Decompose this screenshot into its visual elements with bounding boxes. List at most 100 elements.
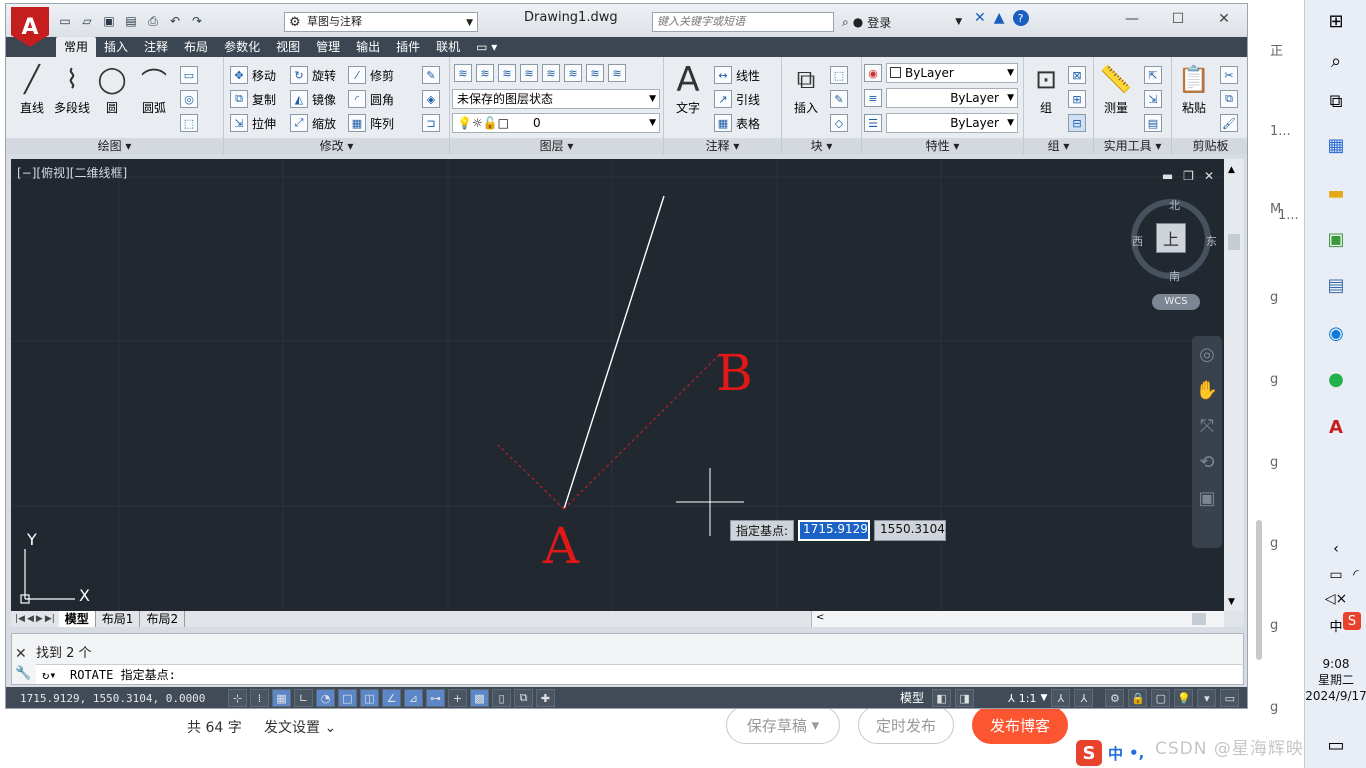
exchange-icon[interactable]: ✕ — [974, 10, 986, 26]
otrack-icon[interactable]: ∠ — [382, 689, 401, 707]
group-panel-title[interactable]: 组 ▾ — [1024, 138, 1093, 154]
notification-icon[interactable]: ▭ — [1323, 732, 1349, 758]
open-folder-icon[interactable]: ▱ — [78, 13, 96, 29]
lineweight-button[interactable]: ☰ — [864, 113, 882, 133]
post-settings-link[interactable]: 发文设置 ⌄ — [264, 717, 336, 737]
tab-annotate[interactable]: 注释 — [136, 37, 176, 57]
region-button[interactable]: ⬚ — [180, 113, 198, 133]
create-block-button[interactable]: ⬚ — [830, 65, 848, 85]
clipboard-panel-title[interactable]: 剪贴板 — [1172, 138, 1247, 154]
text-button[interactable]: A 文字 — [666, 60, 710, 116]
command-input[interactable]: ↻▾ ROTATE 指定基点: — [36, 664, 1242, 684]
wrench-icon[interactable]: 🔧 — [15, 666, 31, 681]
draw-panel-title[interactable]: 绘图 ▾ — [6, 138, 223, 154]
dynamic-input-x[interactable]: 1715.9129 — [798, 520, 871, 541]
layer-match-icon[interactable]: ≋ — [520, 64, 538, 82]
scroll-up-icon[interactable]: ▲ — [1228, 165, 1235, 175]
calculator-app-icon[interactable]: ▦ — [1323, 132, 1349, 158]
layers-panel-title[interactable]: 图层 ▾ — [450, 138, 663, 154]
block-panel-title[interactable]: 块 ▾ — [782, 138, 861, 154]
wcs-menu[interactable]: WCS — [1152, 294, 1200, 310]
annotation-monitor-icon[interactable]: ✚ — [536, 689, 555, 707]
undo-icon[interactable]: ↶ — [166, 13, 184, 29]
rotate-button[interactable]: ↻ 旋转 — [290, 65, 336, 85]
horizontal-scroll-thumb[interactable] — [1192, 613, 1206, 625]
fillet-button[interactable]: ◜ 圆角 — [348, 89, 394, 109]
chevron-left-icon[interactable]: ‹ — [1323, 536, 1349, 562]
drawing-canvas[interactable]: A B Y X — [11, 159, 1224, 611]
offset-button[interactable]: ⊐ — [422, 113, 440, 133]
background-scrollbar[interactable] — [1256, 520, 1262, 660]
circle-button[interactable]: ◯ 圆 — [90, 63, 134, 116]
publish-blog-button[interactable]: 发布博客 — [972, 706, 1068, 744]
utilities-panel-title[interactable]: 实用工具 ▾ — [1094, 138, 1171, 154]
close-icon[interactable]: ✕ — [15, 646, 27, 662]
isolate-objects-icon[interactable]: 💡 — [1174, 689, 1194, 707]
layer-unisolate-icon[interactable]: ≋ — [564, 64, 582, 82]
3d-osnap-icon[interactable]: ◫ — [360, 689, 379, 707]
layer-isolate-icon[interactable]: ≋ — [542, 64, 560, 82]
viewcube-east[interactable]: 东 — [1206, 233, 1217, 249]
wechat-icon[interactable]: ● — [1323, 366, 1349, 392]
clean-screen-icon[interactable]: ▭ — [1220, 689, 1240, 707]
rectangle-button[interactable]: ▭ — [180, 65, 198, 85]
layer-freeze-icon[interactable]: ≋ — [586, 64, 604, 82]
quick-view-drawings-icon[interactable]: ◨ — [955, 689, 975, 707]
erase-button[interactable]: ✎ — [422, 65, 440, 85]
schedule-publish-button[interactable]: 定时发布 — [858, 706, 954, 744]
ime-punctuation-mode[interactable]: •, — [1129, 744, 1144, 762]
stretch-button[interactable]: ⇲ 拉伸 — [230, 113, 276, 133]
layer-dropdown[interactable]: 💡☼🔓□ 0 ▼ — [452, 113, 660, 133]
tab-manage[interactable]: 管理 — [308, 37, 348, 57]
previous-layout-icon[interactable]: ◀ — [27, 614, 34, 624]
trim-button[interactable]: ⁄ 修剪 — [348, 65, 394, 85]
group-button[interactable]: ⊡ 组 — [1024, 63, 1068, 116]
viewport-minimize-icon[interactable]: ▬ — [1162, 169, 1173, 183]
arc-button[interactable]: ⌒ 圆弧 — [132, 63, 176, 116]
table-button[interactable]: ▦ 表格 — [714, 113, 760, 133]
plot-icon[interactable]: ⎙ — [144, 13, 162, 29]
photos-app-icon[interactable]: ▣ — [1323, 226, 1349, 252]
color-wheel-button[interactable]: ◉ — [864, 63, 882, 83]
scale-button[interactable]: ⤢ 缩放 — [290, 113, 336, 133]
viewcube-south[interactable]: 南 — [1169, 268, 1180, 284]
tab-model[interactable]: 模型 — [58, 611, 96, 627]
viewport-close-icon[interactable]: ✕ — [1204, 169, 1214, 183]
linetype-button[interactable]: ≡ — [864, 88, 882, 108]
showmotion-icon[interactable]: ▣ — [1192, 480, 1222, 516]
tab-online[interactable]: 联机 — [428, 37, 468, 57]
cut-button[interactable]: ✂ — [1220, 65, 1238, 85]
taskbar-clock[interactable]: 9:08 星期二 2024/9/17 — [1305, 656, 1366, 704]
save-icon[interactable]: ▣ — [100, 13, 118, 29]
tab-insert[interactable]: 插入 — [96, 37, 136, 57]
color-dropdown[interactable]: ByLayer ▼ — [886, 63, 1018, 83]
toolbar-lock-icon[interactable]: 🔒 — [1128, 689, 1148, 707]
modify-panel-title[interactable]: 修改 ▾ — [224, 138, 449, 154]
ime-chinese-mode[interactable]: 中 — [1108, 743, 1123, 764]
transparency-icon[interactable]: ▩ — [470, 689, 489, 707]
viewcube-top-face[interactable]: 上 — [1156, 223, 1186, 253]
lineweight-dropdown[interactable]: ByLayer ▼ — [886, 113, 1018, 133]
select-all-button[interactable]: ⇲ — [1144, 89, 1162, 109]
scroll-down-icon[interactable]: ▼ — [1228, 597, 1235, 607]
autodesk-app-icon[interactable]: ▲ — [994, 10, 1005, 26]
tab-parametric[interactable]: 参数化 — [216, 37, 268, 57]
layer-state-dropdown[interactable]: 未保存的图层状态 ▼ — [452, 89, 660, 109]
binoculars-icon[interactable]: ⌕ — [842, 15, 849, 30]
wifi-icon[interactable]: ◜ — [1343, 562, 1366, 588]
windows-start-icon[interactable]: ⊞ — [1323, 8, 1349, 34]
chevron-down-icon[interactable]: ▼ — [1040, 693, 1047, 703]
tab-layout2[interactable]: 布局2 — [140, 611, 186, 627]
quick-properties-icon[interactable]: ▯ — [492, 689, 511, 707]
viewport-controls-label[interactable]: [−][俯视][二维线框] — [17, 164, 127, 181]
maximize-button[interactable]: ☐ — [1155, 4, 1201, 34]
annotation-scale[interactable]: 1:1 — [1019, 692, 1037, 705]
snap-icon[interactable]: ⁞ — [250, 689, 269, 707]
login-button[interactable]: ⌕ ● 登录 ▼ — [842, 12, 962, 32]
workspace-switch-icon[interactable]: ⚙ — [1105, 689, 1125, 707]
first-layout-icon[interactable]: |◀ — [15, 614, 25, 624]
line-segment[interactable] — [563, 195, 665, 510]
group-edit-button[interactable]: ⊞ — [1068, 89, 1086, 109]
workspace-dropdown[interactable]: ⚙ 草图与注释 ▼ — [284, 12, 478, 32]
vertical-scrollbar[interactable]: ▲ ▼ — [1224, 159, 1244, 611]
